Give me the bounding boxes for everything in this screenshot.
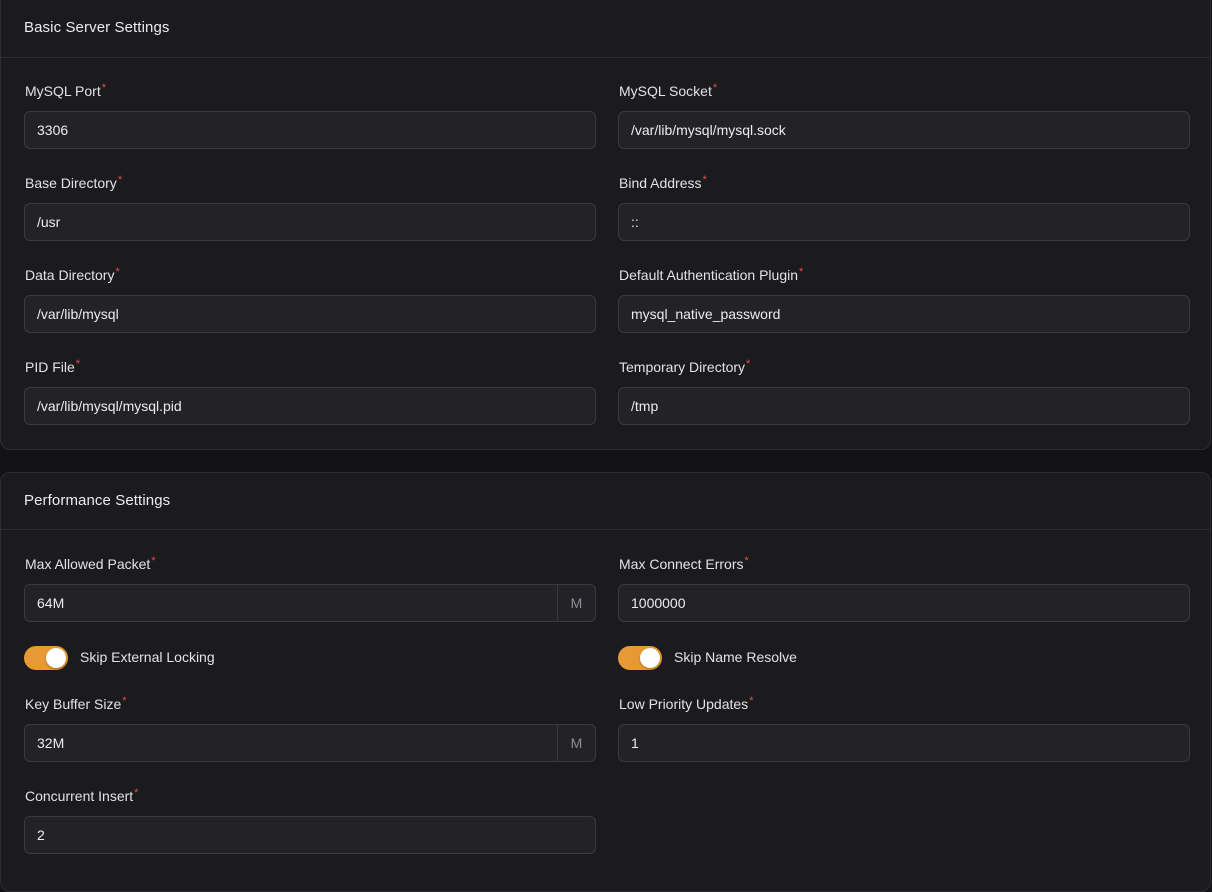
bind-address-input[interactable]: ::	[618, 203, 1190, 241]
mysql-port-label: MySQL Port*	[25, 82, 107, 99]
max-allowed-packet-input[interactable]: 64M M	[24, 584, 596, 622]
max-allowed-packet-unit: M	[557, 585, 595, 621]
mysql-socket-label: MySQL Socket*	[619, 82, 718, 99]
basic-settings-title: Basic Server Settings	[24, 19, 170, 36]
default-auth-plugin-input[interactable]: mysql_native_password	[618, 295, 1190, 333]
performance-settings-card: Performance Settings Max Allowed Packet*…	[0, 472, 1211, 892]
concurrent-insert-label: Concurrent Insert*	[25, 787, 139, 804]
toggle-knob	[46, 648, 66, 668]
skip-name-resolve-toggle[interactable]	[618, 646, 662, 670]
low-priority-updates-input[interactable]: 1	[618, 724, 1190, 762]
default-auth-plugin-label: Default Authentication Plugin*	[619, 266, 804, 283]
base-directory-input[interactable]: /usr	[24, 203, 596, 241]
toggle-knob	[640, 648, 660, 668]
performance-settings-header: Performance Settings	[1, 473, 1210, 530]
data-directory-input[interactable]: /var/lib/mysql	[24, 295, 596, 333]
mysql-socket-input[interactable]: /var/lib/mysql/mysql.sock	[618, 111, 1190, 149]
temporary-directory-label: Temporary Directory*	[619, 358, 751, 375]
concurrent-insert-input[interactable]: 2	[24, 816, 596, 854]
key-buffer-size-unit: M	[557, 725, 595, 761]
pid-file-input[interactable]: /var/lib/mysql/mysql.pid	[24, 387, 596, 425]
skip-external-locking-row: Skip External Locking	[24, 646, 324, 670]
base-directory-label: Base Directory*	[25, 174, 123, 191]
data-directory-label: Data Directory*	[25, 266, 120, 283]
key-buffer-size-input[interactable]: 32M M	[24, 724, 596, 762]
max-allowed-packet-label: Max Allowed Packet*	[25, 555, 156, 572]
skip-external-locking-toggle[interactable]	[24, 646, 68, 670]
low-priority-updates-label: Low Priority Updates*	[619, 695, 754, 712]
bind-address-label: Bind Address*	[619, 174, 707, 191]
max-connect-errors-label: Max Connect Errors*	[619, 555, 749, 572]
skip-external-locking-label: Skip External Locking	[80, 649, 215, 665]
pid-file-label: PID File*	[25, 358, 81, 375]
skip-name-resolve-row: Skip Name Resolve	[618, 646, 918, 670]
skip-name-resolve-label: Skip Name Resolve	[674, 649, 797, 665]
max-connect-errors-input[interactable]: 1000000	[618, 584, 1190, 622]
basic-settings-header: Basic Server Settings	[1, 0, 1210, 58]
performance-settings-title: Performance Settings	[24, 492, 171, 509]
key-buffer-size-label: Key Buffer Size*	[25, 695, 127, 712]
basic-settings-card: Basic Server Settings MySQL Port* 3306 M…	[0, 0, 1211, 450]
mysql-port-input[interactable]: 3306	[24, 111, 596, 149]
temporary-directory-input[interactable]: /tmp	[618, 387, 1190, 425]
